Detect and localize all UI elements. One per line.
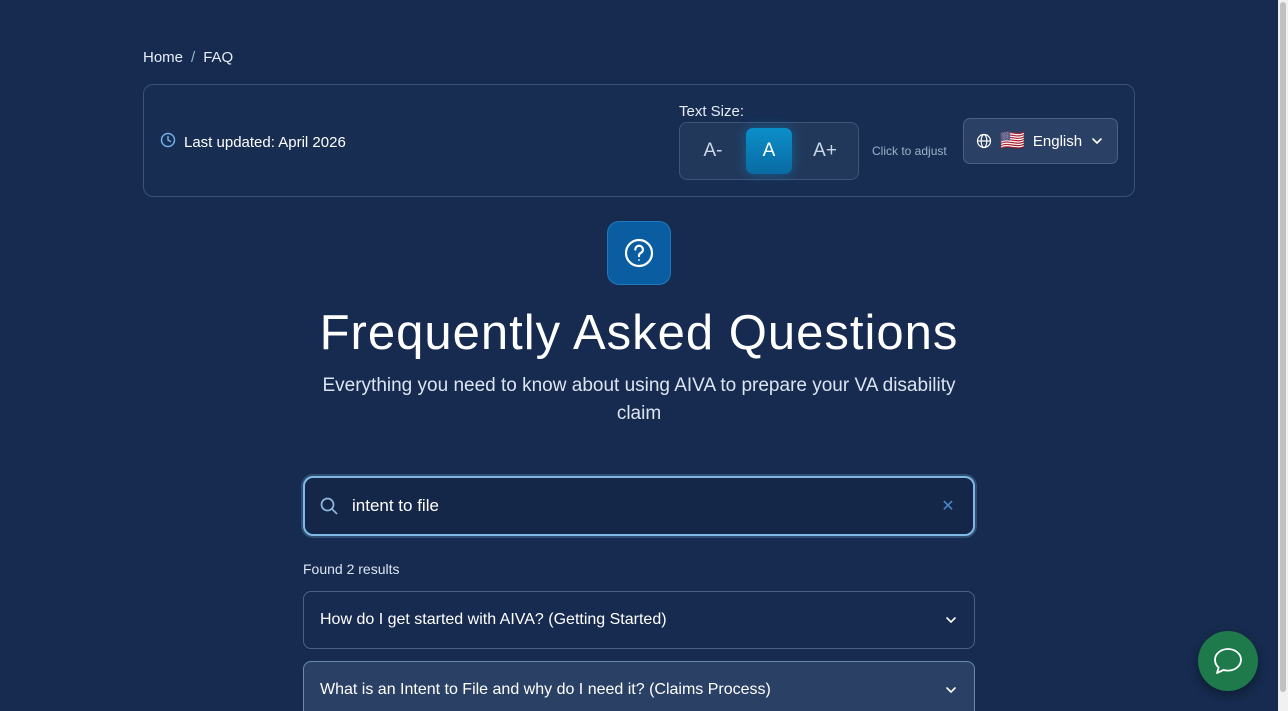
- search-input[interactable]: [352, 496, 937, 516]
- text-size-decrease-button[interactable]: A-: [685, 128, 741, 174]
- breadcrumb-separator: /: [191, 49, 196, 66]
- globe-icon: [976, 133, 992, 149]
- text-size-control: A- A A+: [679, 122, 859, 180]
- page-title: Frequently Asked Questions: [319, 306, 959, 360]
- language-selector[interactable]: 🇺🇸 English: [963, 118, 1118, 164]
- clear-search-icon[interactable]: ✕: [937, 496, 959, 516]
- page-toolbar: Last updated: April 2026 Text Size: A- A…: [143, 84, 1135, 197]
- last-updated-text: Last updated: April 2026: [184, 133, 346, 151]
- faq-question: How do I get started with AIVA? (Getting…: [320, 611, 667, 628]
- page-subtitle: Everything you need to know about using …: [322, 375, 956, 424]
- us-flag-icon: 🇺🇸: [1000, 130, 1025, 152]
- scrollbar-thumb[interactable]: [1280, 2, 1286, 692]
- chevron-down-icon: [1090, 134, 1104, 148]
- breadcrumb: Home / FAQ: [143, 49, 233, 66]
- question-circle-icon: [607, 221, 671, 285]
- language-label: English: [1032, 132, 1083, 150]
- last-updated: Last updated: April 2026: [160, 132, 346, 152]
- breadcrumb-home-link[interactable]: Home: [143, 49, 183, 66]
- chat-bubble-icon: [1214, 648, 1242, 674]
- faq-item[interactable]: What is an Intent to File and why do I n…: [303, 661, 975, 711]
- text-size-increase-button[interactable]: A+: [797, 128, 853, 174]
- chevron-down-icon: [944, 613, 958, 627]
- text-size-normal-button[interactable]: A: [745, 128, 793, 174]
- chevron-down-icon: [944, 683, 958, 697]
- text-size-label: Text Size:: [679, 103, 745, 120]
- adjust-hint: Click to adjust: [872, 144, 947, 158]
- results-count: Found 2 results: [303, 561, 400, 577]
- clock-icon: [160, 132, 176, 152]
- search-icon: [319, 496, 339, 516]
- search-box: ✕: [303, 476, 975, 536]
- chat-button[interactable]: [1198, 631, 1258, 691]
- breadcrumb-current: FAQ: [203, 49, 234, 66]
- faq-question: What is an Intent to File and why do I n…: [320, 681, 771, 698]
- scrollbar[interactable]: [1278, 0, 1288, 711]
- faq-item[interactable]: How do I get started with AIVA? (Getting…: [303, 591, 975, 649]
